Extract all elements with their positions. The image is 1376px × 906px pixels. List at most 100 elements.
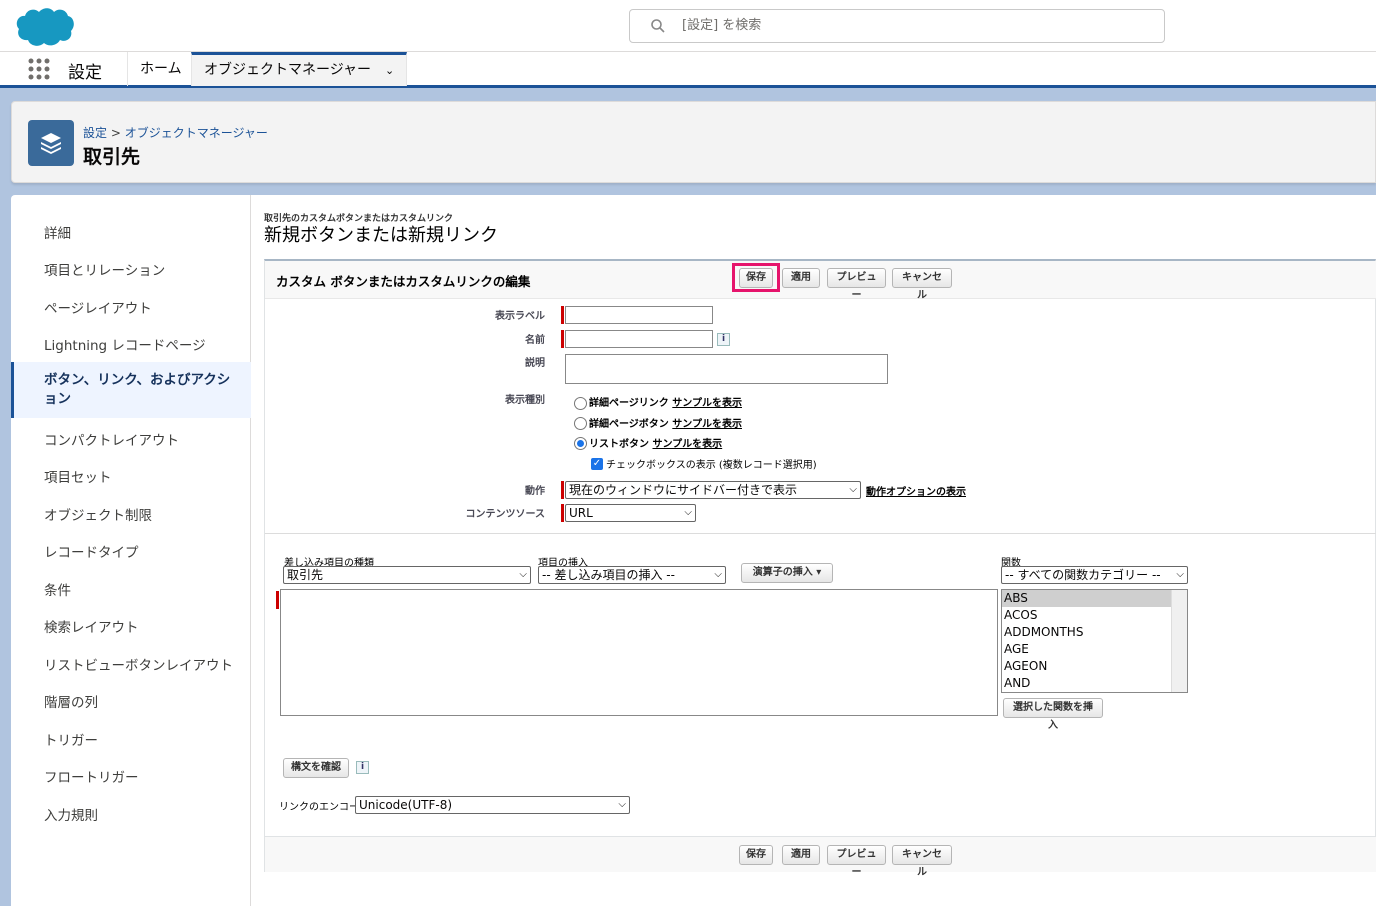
radio-list-button-label: リストボタン サンプルを表示 — [589, 435, 722, 450]
insert-operator-button[interactable]: 演算子の挿入 ▾ — [741, 563, 833, 583]
tab-object-manager-label: オブジェクトマネージャー — [204, 62, 372, 78]
name-label: 名前 — [525, 335, 545, 346]
sidebar-item-field-sets[interactable]: 項目セット — [11, 466, 251, 486]
salesforce-logo[interactable] — [14, 6, 74, 48]
info-icon[interactable]: i — [356, 761, 369, 774]
sidebar-item-hierarchy-columns[interactable]: 階層の列 — [11, 691, 251, 711]
main-panel: 詳細 項目とリレーション ページレイアウト Lightning レコードページ … — [11, 195, 1376, 906]
save-button[interactable]: 保存 — [739, 845, 773, 865]
content-source-label: コンテンツソース — [465, 509, 546, 520]
sidebar-item-compact-layouts[interactable]: コンパクトレイアウト — [11, 429, 251, 449]
sidebar-item-record-types[interactable]: レコードタイプ — [11, 541, 251, 561]
sidebar-item-page-layouts[interactable]: ページレイアウト — [11, 297, 251, 317]
insert-field-select[interactable]: -- 差し込み項目の挿入 -- ⌵ — [538, 566, 726, 584]
global-header: [設定] を検索 — [0, 0, 1376, 52]
global-search-input[interactable]: [設定] を検索 — [629, 9, 1165, 43]
radio-detail-page-link[interactable] — [574, 397, 587, 410]
chevron-down-icon: ⌵ — [684, 507, 692, 518]
chevron-down-icon: ⌵ — [714, 569, 722, 580]
radio-detail-page-button[interactable] — [574, 417, 587, 430]
sidebar-item-validation-rules[interactable]: 入力規則 — [11, 804, 251, 824]
apply-button[interactable]: 適用 — [782, 268, 820, 288]
listbox-scrollbar[interactable] — [1171, 590, 1187, 692]
behavior-select[interactable]: 現在のウィンドウにサイドバー付きで表示 ⌵ — [565, 481, 861, 499]
info-icon[interactable]: i — [717, 333, 730, 346]
sidebar-item-conditions[interactable]: 条件 — [11, 579, 251, 599]
app-name: 設定 — [68, 63, 102, 83]
behavior-options-link[interactable]: 動作オプションの表示 — [866, 483, 966, 498]
preview-button[interactable]: プレビュー — [827, 845, 886, 878]
option-label: リストボタン — [589, 439, 649, 450]
behavior-options-link-text: 動作オプションの表示 — [866, 487, 966, 498]
function-option[interactable]: AND — [1002, 675, 1187, 692]
sample-link[interactable]: サンプルを表示 — [652, 439, 722, 450]
chevron-down-icon: ⌵ — [618, 799, 626, 810]
sidebar-item-object-limits[interactable]: オブジェクト制限 — [11, 504, 251, 524]
radio-list-button[interactable] — [574, 437, 587, 450]
function-option[interactable]: ACOS — [1002, 607, 1187, 624]
option-label: 詳細ページボタン — [589, 419, 669, 430]
option-label: 詳細ページリンク — [589, 398, 669, 409]
tab-object-manager[interactable]: オブジェクトマネージャー ⌄ — [191, 52, 408, 86]
app-launcher-icon[interactable] — [28, 58, 50, 80]
insert-selected-function-button[interactable]: 選択した関数を挿入 — [1003, 698, 1103, 731]
breadcrumb-object-manager-link[interactable]: オブジェクトマネージャー — [125, 126, 268, 140]
behavior-select-value: 現在のウィンドウにサイドバー付きで表示 — [569, 483, 798, 497]
sample-link[interactable]: サンプルを表示 — [672, 398, 742, 409]
sidebar-item-list-view-button-layout[interactable]: リストビューボタンレイアウト — [11, 654, 251, 674]
sidebar-item-buttons-links-actions[interactable]: ボタン、リンク、およびアクション — [11, 362, 251, 418]
function-option[interactable]: ADDMONTHS — [1002, 624, 1187, 641]
required-indicator — [561, 306, 564, 324]
preview-button[interactable]: プレビュー — [827, 268, 886, 301]
search-placeholder: [設定] を検索 — [682, 18, 762, 33]
display-label-input[interactable] — [565, 306, 713, 324]
cancel-button[interactable]: キャンセル — [892, 845, 952, 878]
layers-icon — [28, 120, 74, 166]
function-option[interactable]: AGE — [1002, 641, 1187, 658]
page-title: 取引先 — [83, 146, 141, 168]
cancel-button[interactable]: キャンセル — [892, 268, 952, 301]
sidebar-item-search-layouts[interactable]: 検索レイアウト — [11, 616, 251, 636]
required-indicator — [561, 504, 564, 522]
page-header: 設定 > オブジェクトマネージャー 取引先 — [11, 101, 1376, 183]
sample-link[interactable]: サンプルを表示 — [672, 419, 742, 430]
function-option[interactable]: AGEON — [1002, 658, 1187, 675]
functions-listbox[interactable]: ABS ACOS ADDMONTHS AGE AGEON AND — [1001, 589, 1188, 693]
block-header: カスタム ボタンまたはカスタムリンクの編集 保存 適用 プレビュー キャンセル — [265, 261, 1376, 301]
function-category-select[interactable]: -- すべての関数カテゴリー -- ⌵ — [1001, 566, 1188, 584]
merge-type-select[interactable]: 取引先 ⌵ — [283, 566, 531, 584]
multi-select-checkbox-label: チェックボックスの表示 (複数レコード選択用) — [606, 460, 817, 471]
function-option[interactable]: ABS — [1002, 590, 1187, 607]
content-area: 取引先のカスタムボタンまたはカスタムリンク 新規ボタンまたは新規リンク カスタム… — [264, 195, 1376, 906]
check-syntax-button[interactable]: 構文を確認 — [283, 758, 349, 778]
chevron-down-icon: ⌵ — [849, 484, 857, 495]
chevron-down-icon: ⌵ — [1176, 569, 1184, 580]
sidebar-item-lightning-pages[interactable]: Lightning レコードページ — [11, 334, 251, 354]
save-button[interactable]: 保存 — [739, 268, 773, 288]
breadcrumb-setup-link[interactable]: 設定 — [83, 126, 107, 140]
content-source-select-value: URL — [569, 506, 593, 520]
formula-textarea[interactable] — [280, 589, 998, 716]
sidebar-item-flow-triggers[interactable]: フロートリガー — [11, 766, 251, 786]
chevron-down-icon[interactable]: ⌄ — [385, 56, 394, 86]
multi-select-checkbox[interactable]: ✓ — [591, 458, 603, 470]
tab-home[interactable]: ホーム — [127, 52, 194, 86]
breadcrumb: 設定 > オブジェクトマネージャー — [83, 124, 268, 141]
sidebar-item-fields[interactable]: 項目とリレーション — [11, 259, 251, 279]
description-textarea[interactable] — [565, 354, 888, 384]
apply-button[interactable]: 適用 — [782, 845, 820, 865]
breadcrumb-separator: > — [110, 126, 121, 140]
sidebar-item-triggers[interactable]: トリガー — [11, 729, 251, 749]
merge-type-select-value: 取引先 — [287, 568, 324, 582]
nav-bar: 設定 ホーム オブジェクトマネージャー ⌄ — [0, 52, 1376, 88]
chevron-down-icon: ⌵ — [519, 569, 527, 580]
content-source-select[interactable]: URL ⌵ — [565, 504, 696, 522]
sidebar-item-details[interactable]: 詳細 — [11, 222, 251, 242]
block-footer: 保存 適用 プレビュー キャンセル — [265, 836, 1376, 878]
search-icon — [651, 19, 665, 33]
function-category-select-value: -- すべての関数カテゴリー -- — [1005, 568, 1161, 582]
section-divider — [265, 533, 1376, 534]
display-label-label: 表示ラベル — [495, 311, 545, 322]
name-input[interactable] — [565, 330, 713, 348]
encoding-select[interactable]: Unicode(UTF-8) ⌵ — [355, 796, 630, 814]
